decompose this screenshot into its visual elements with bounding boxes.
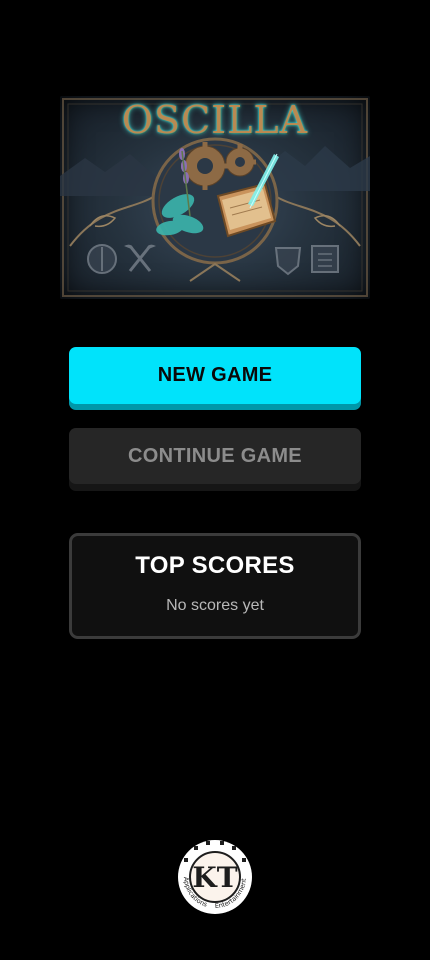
- game-banner-image: OSCILLA: [60, 96, 370, 299]
- main-menu-screen: OSCILLA NEW GAME CONTINUE GAME TOP SCORE…: [0, 0, 430, 960]
- top-scores-title: TOP SCORES: [135, 552, 295, 579]
- top-scores-panel: TOP SCORES No scores yet: [69, 533, 361, 639]
- kt-studio-logo: KT Applications Entertainment: [178, 840, 252, 914]
- banner-title: OSCILLA: [121, 98, 309, 142]
- no-scores-text: No scores yet: [166, 597, 264, 614]
- logo-mark: KT: [192, 861, 237, 894]
- continue-game-button[interactable]: CONTINUE GAME: [69, 428, 361, 484]
- new-game-button[interactable]: NEW GAME: [69, 347, 361, 404]
